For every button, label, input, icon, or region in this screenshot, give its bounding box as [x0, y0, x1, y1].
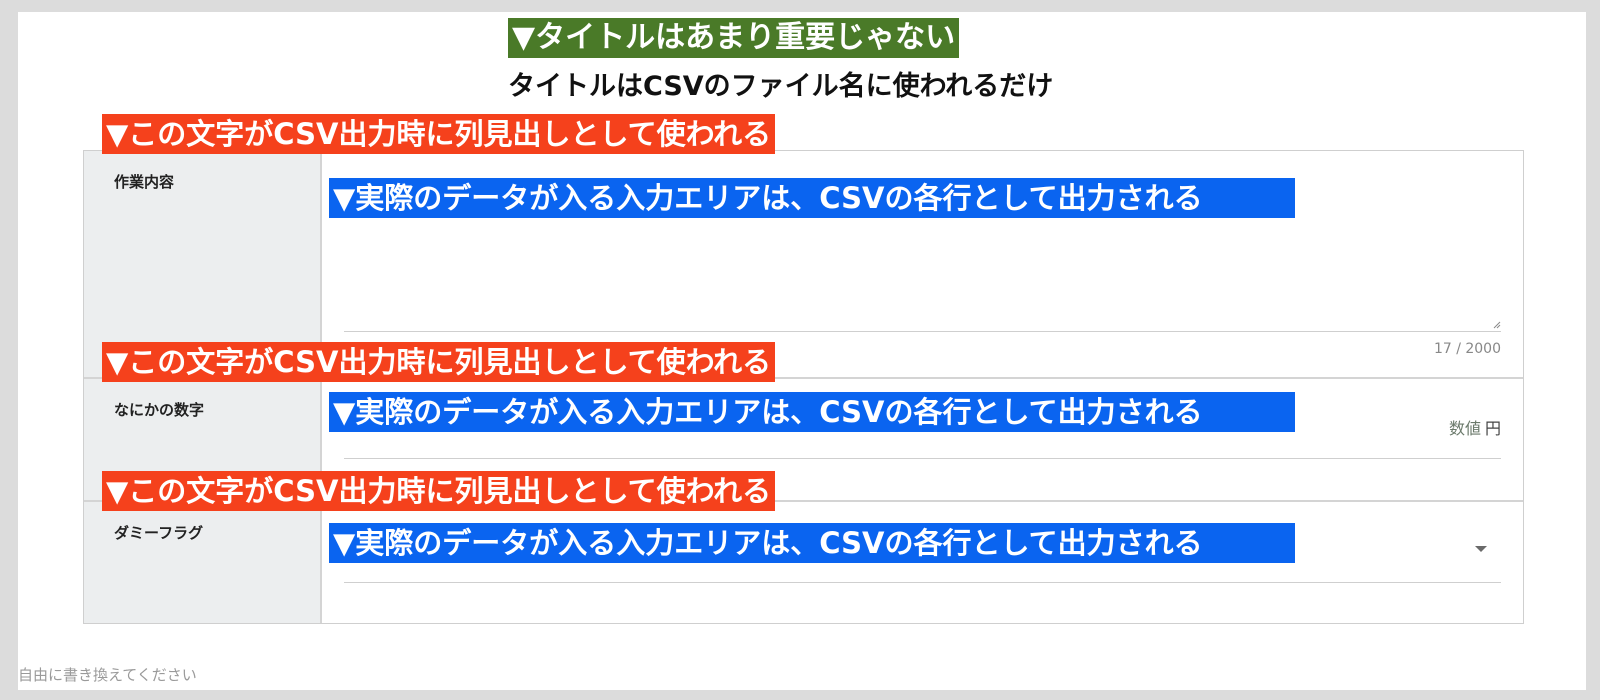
- column-annotation-banner-3: ▼この文字がCSV出力時に列見出しとして使われる: [102, 471, 776, 511]
- page: ▼タイトルはあまり重要じゃない タイトルはCSVのファイル名に使われるだけ 作業…: [18, 12, 1586, 690]
- number-input-underline: [344, 458, 1501, 459]
- textarea-underline: [344, 331, 1501, 332]
- select-underline: [344, 582, 1501, 583]
- title-annotation-text: タイトルはCSVのファイル名に使われるだけ: [508, 71, 1054, 102]
- chevron-down-icon[interactable]: [1475, 546, 1487, 552]
- resize-handle-icon[interactable]: [1493, 321, 1501, 329]
- number-input-suffix: 数値円: [1449, 415, 1501, 439]
- field-label-flag: ダミーフラグ: [84, 502, 322, 623]
- number-input-placeholder: 数値: [1448, 419, 1481, 438]
- character-counter: 17 / 2000: [1433, 341, 1501, 357]
- currency-unit: 円: [1484, 419, 1501, 438]
- title-annotation-banner: ▼タイトルはあまり重要じゃない: [508, 18, 960, 58]
- footer-note: 自由に書き換えてください: [18, 666, 197, 684]
- column-annotation-banner-2: ▼この文字がCSV出力時に列見出しとして使われる: [102, 342, 776, 382]
- data-annotation-banner-3: ▼実際のデータが入る入力エリアは、CSVの各行として出力される: [329, 523, 1295, 563]
- column-annotation-banner-1: ▼この文字がCSV出力時に列見出しとして使われる: [102, 114, 776, 154]
- data-annotation-banner-2: ▼実際のデータが入る入力エリアは、CSVの各行として出力される: [329, 392, 1295, 432]
- data-annotation-banner-1: ▼実際のデータが入る入力エリアは、CSVの各行として出力される: [329, 178, 1295, 218]
